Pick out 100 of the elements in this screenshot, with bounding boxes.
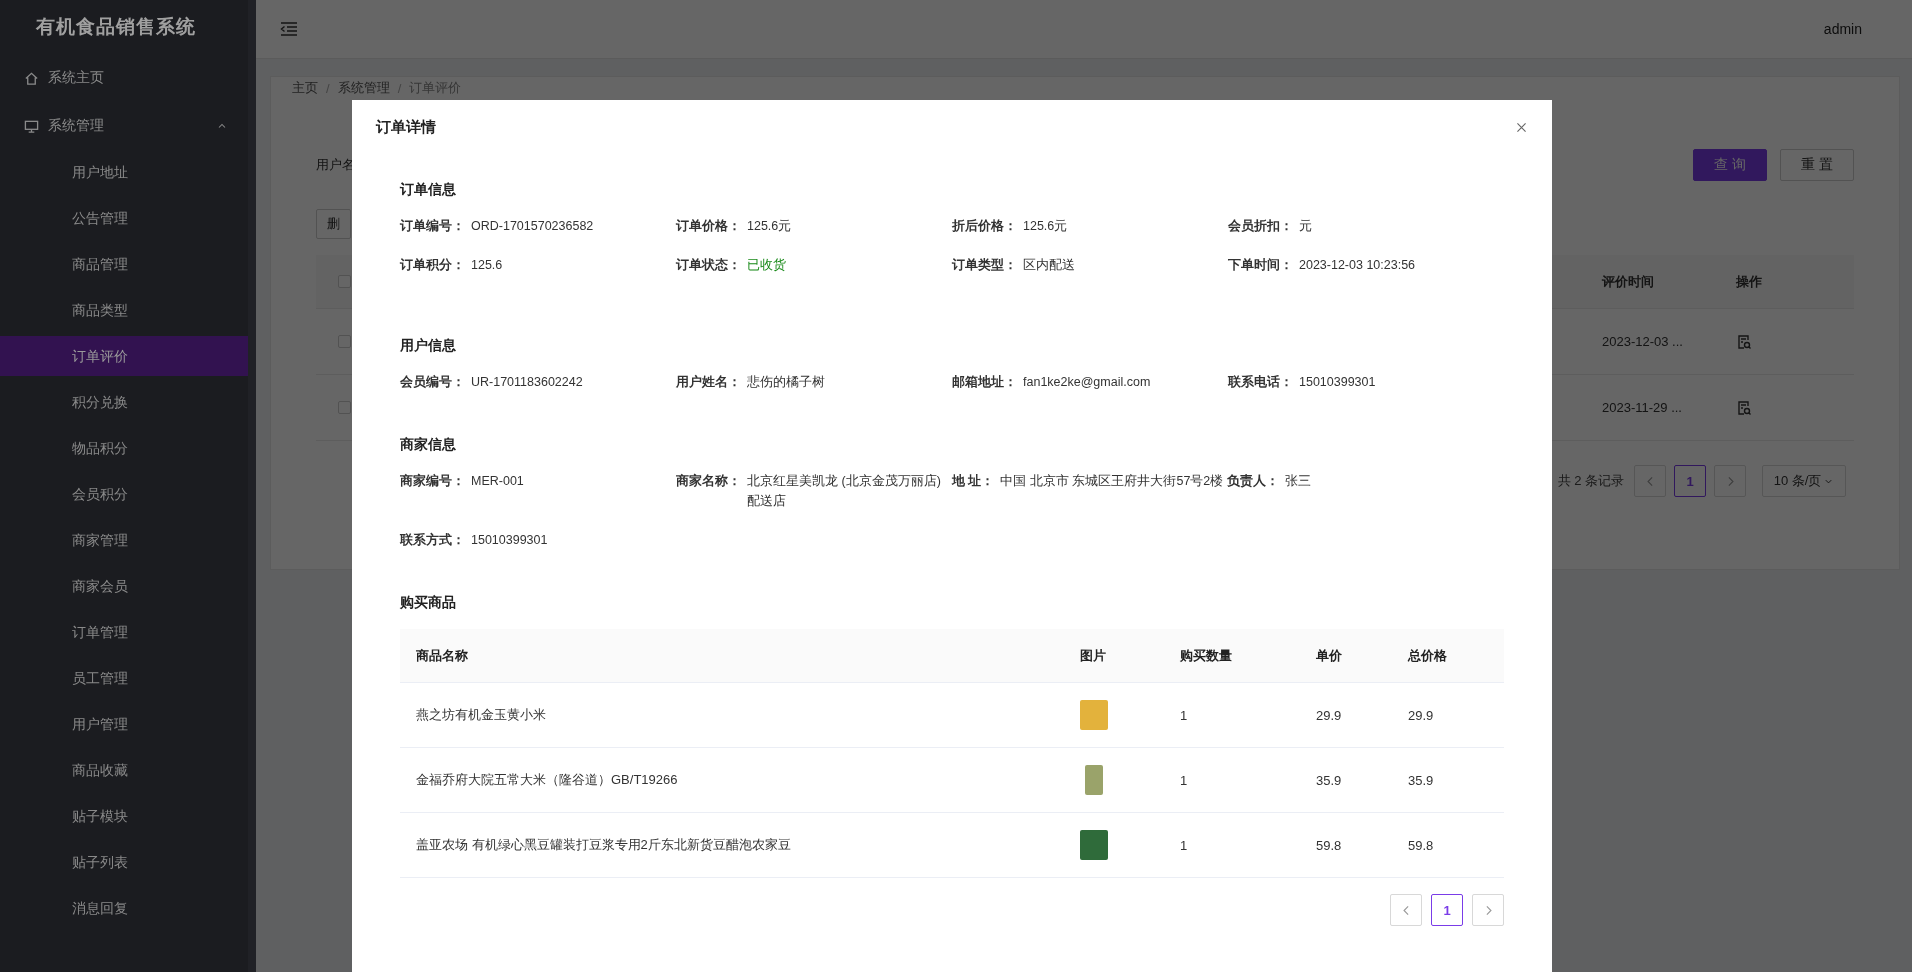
submenu-item[interactable]: 商家会员 (0, 566, 248, 606)
section-title: 订单信息 (400, 180, 457, 199)
submenu-item[interactable]: 订单管理 (0, 612, 248, 652)
previous-page-button[interactable] (1390, 894, 1422, 926)
checkbox[interactable] (338, 275, 351, 288)
table-cell: 35.9 (1392, 747, 1504, 813)
submenu-item[interactable]: 贴子列表 (0, 842, 248, 882)
submenu-item[interactable]: 订单评价 (0, 336, 248, 376)
field-value: 区内配送 (1023, 257, 1075, 274)
reset-button[interactable]: 重 置 (1780, 149, 1854, 181)
product-photo (1085, 765, 1103, 795)
menu-item[interactable]: 系统主页 (0, 54, 248, 102)
field-label: 用户姓名： (676, 374, 741, 391)
field-label: 订单状态： (676, 257, 741, 274)
document-search-icon[interactable] (1736, 333, 1752, 350)
field-value: fan1ke2ke@gmail.com (1023, 374, 1151, 391)
page-button[interactable]: 1 (1674, 465, 1706, 497)
field-value: 2023-12-03 10:23:56 (1299, 257, 1416, 274)
next-page-button[interactable] (1714, 465, 1746, 497)
menu-icon[interactable] (280, 21, 298, 37)
breadcrumb-link[interactable]: 主页 (292, 79, 318, 97)
submenu-item[interactable]: 公告管理 (0, 198, 248, 238)
close-icon[interactable] (1515, 120, 1528, 134)
column-header: 操作 (1736, 272, 1763, 291)
submenu-item[interactable]: 用户管理 (0, 704, 248, 744)
field-label: 联系方式： (400, 531, 465, 549)
submenu-item[interactable]: 消息回复 (0, 888, 248, 928)
field-label: 邮箱地址： (952, 374, 1017, 391)
page-size-select[interactable]: 10 条/页 (1762, 465, 1846, 497)
search-button[interactable]: 查 询 (1693, 149, 1768, 181)
field-value: 125.6元 (1023, 218, 1068, 235)
user-name[interactable]: admin (1823, 21, 1862, 37)
next-page-button[interactable] (1472, 894, 1504, 926)
field-value: MER-001 (471, 473, 524, 490)
table-cell: 1 (1164, 682, 1300, 748)
field-label: 下单时间： (1228, 257, 1293, 274)
breadcrumb-separator: / (326, 80, 330, 96)
submenu-item[interactable]: 员工管理 (0, 658, 248, 698)
field-value: 张三 (1285, 473, 1312, 490)
product-photo (1080, 700, 1108, 730)
checkbox[interactable] (338, 401, 351, 414)
product-photo (1080, 830, 1108, 860)
column-header: 单价 (1300, 629, 1392, 683)
table-cell: 金福乔府大院五常大米（隆谷道）GB/T19266 (400, 747, 1064, 813)
delete-button[interactable]: 删 (316, 209, 351, 239)
app-title: 有机食品销售系统 (35, 15, 197, 39)
field-label: 会员编号： (400, 374, 465, 391)
column-header: 评价时间 (1602, 272, 1655, 291)
column-header: 商品名称 (400, 629, 1064, 683)
field-label: 折后价格： (952, 218, 1017, 235)
table-cell: 29.9 (1392, 682, 1504, 748)
dialog-title: 订单详情 (376, 117, 436, 137)
table-cell: 1 (1164, 747, 1300, 813)
submenu-item[interactable]: 会员积分 (0, 474, 248, 514)
section-title: 购买商品 (400, 593, 457, 612)
table-cell: 燕之坊有机金玉黄小米 (400, 682, 1064, 748)
field-label: 订单价格： (676, 218, 741, 235)
previous-page-button[interactable] (1634, 465, 1666, 497)
column-header: 总价格 (1392, 629, 1504, 683)
submenu-item[interactable]: 商家管理 (0, 520, 248, 560)
table-cell: 1 (1164, 812, 1300, 878)
field-value: 15010399301 (471, 532, 548, 549)
document-search-icon[interactable] (1736, 399, 1752, 416)
submenu-item[interactable]: 商品类型 (0, 290, 248, 330)
field-value: 125.6元 (747, 218, 792, 235)
menu-label: 系统管理 (48, 117, 105, 135)
status-text: 已收货 (747, 257, 786, 274)
breadcrumb-link[interactable]: 系统管理 (337, 79, 390, 97)
field-label: 联系电话： (1228, 374, 1293, 391)
menu-group[interactable]: 系统管理 (0, 102, 248, 150)
submenu-item[interactable]: 贴子模块 (0, 796, 248, 836)
field-label: 负责人： (1227, 473, 1280, 490)
field-value: 北京红星美凯龙 (北京金茂万丽店) 配送店 (747, 473, 942, 510)
table-cell: 59.8 (1392, 812, 1504, 878)
submenu-item[interactable]: 商品管理 (0, 244, 248, 284)
table-cell-text: 2023-11-29 ... (1602, 400, 1683, 415)
submenu-item[interactable]: 积分兑换 (0, 382, 248, 422)
column-header: 图片 (1064, 629, 1164, 683)
breadcrumb-separator: / (397, 80, 402, 96)
field-label: 订单编号： (400, 218, 465, 235)
submenu-item[interactable]: 商品收藏 (0, 750, 248, 790)
table-cell-text: 2023-12-03 ... (1602, 334, 1684, 349)
record-count: 共 2 条记录 (1557, 472, 1624, 490)
field-value: 悲伤的橘子树 (747, 374, 825, 391)
table-cell: 盖亚农场 有机绿心黑豆罐装打豆浆专用2斤东北新货豆醋泡农家豆 (400, 812, 1064, 878)
table-cell: 29.9 (1300, 682, 1392, 748)
table-cell: 59.8 (1300, 812, 1392, 878)
menu-label: 系统主页 (48, 69, 105, 87)
field-value: 125.6 (471, 257, 503, 274)
home-icon (24, 70, 39, 86)
field-value: ORD-1701570236582 (471, 218, 594, 235)
page-button[interactable]: 1 (1431, 894, 1463, 926)
submenu-item[interactable]: 物品积分 (0, 428, 248, 468)
monitor-icon (24, 118, 39, 134)
field-label: 会员折扣： (1228, 218, 1293, 235)
checkbox[interactable] (338, 335, 351, 348)
field-value: UR-1701183602242 (471, 374, 583, 391)
section-title: 商家信息 (400, 435, 457, 454)
submenu-item[interactable]: 用户地址 (0, 152, 248, 192)
field-value: 中国 北京市 东城区王府井大街57号2楼 (1000, 473, 1224, 490)
